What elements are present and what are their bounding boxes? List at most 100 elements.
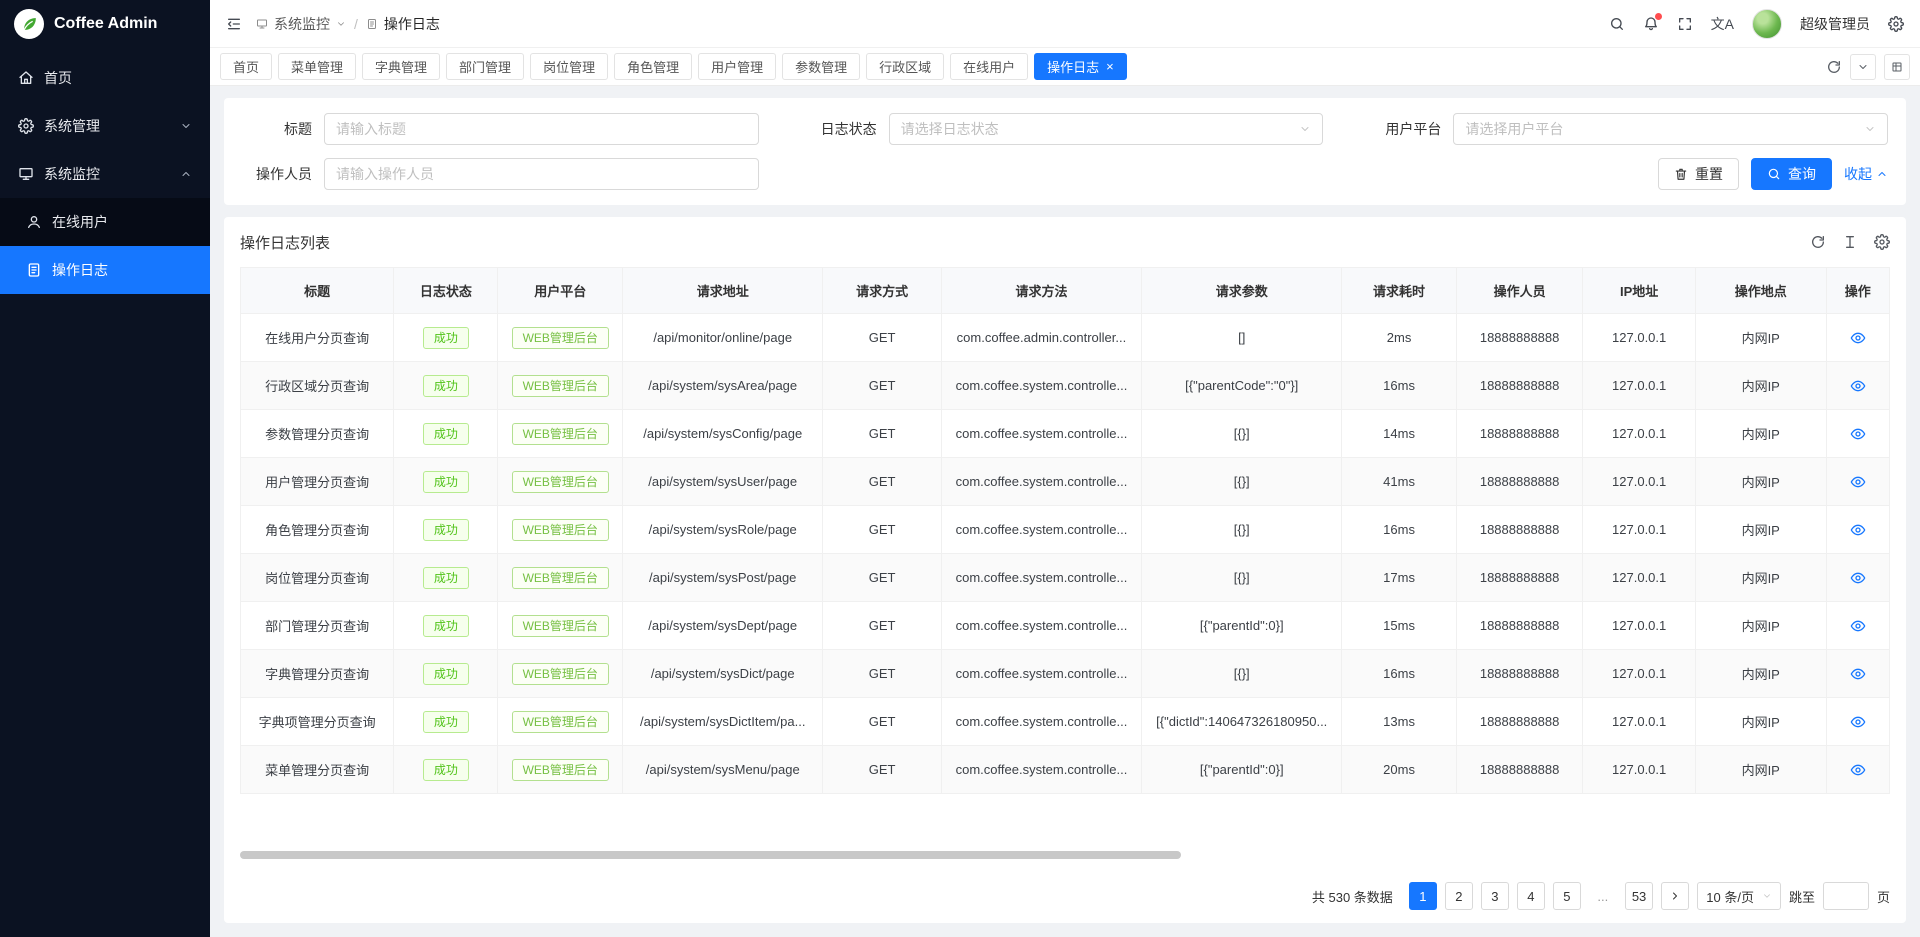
location-cell: 内网IP: [1695, 650, 1826, 698]
operator-cell: 18888888888: [1456, 602, 1583, 650]
table-row: 角色管理分页查询成功WEB管理后台/api/system/sysRole/pag…: [241, 506, 1890, 554]
tab-菜单管理[interactable]: 菜单管理: [278, 53, 356, 80]
jump-prefix-label: 跳至: [1789, 887, 1815, 906]
view-detail-eye-icon[interactable]: [1850, 426, 1866, 442]
view-detail-eye-icon[interactable]: [1850, 474, 1866, 490]
tab-dropdown-chevron-icon[interactable]: [1850, 54, 1876, 80]
platform-select[interactable]: 请选择用户平台: [1453, 113, 1888, 145]
view-detail-eye-icon[interactable]: [1850, 714, 1866, 730]
tab-角色管理[interactable]: 角色管理: [614, 53, 692, 80]
tab-岗位管理[interactable]: 岗位管理: [530, 53, 608, 80]
app-logo[interactable]: Coffee Admin: [0, 0, 210, 48]
search-button[interactable]: 查询: [1751, 158, 1832, 190]
sidebar: Coffee Admin 首页 系统管理 系统监控 在线用户 操作日志: [0, 0, 210, 937]
tab-tools: [1826, 54, 1910, 80]
view-detail-eye-icon[interactable]: [1850, 666, 1866, 682]
avatar[interactable]: [1752, 9, 1782, 39]
page-button-1[interactable]: 1: [1409, 882, 1437, 910]
chevron-down-icon: [180, 120, 192, 132]
tab-close-icon[interactable]: ×: [1106, 60, 1114, 73]
sidebar-item-system-monitor[interactable]: 系统监控: [0, 150, 210, 198]
refresh-icon[interactable]: [1810, 234, 1826, 250]
operator-cell: 18888888888: [1456, 698, 1583, 746]
language-translate-icon[interactable]: 文A: [1711, 17, 1734, 31]
platform-select-placeholder: 请选择用户平台: [1465, 119, 1864, 139]
chevron-up-icon: [1876, 168, 1888, 180]
params-cell: [{"parentId":0}]: [1142, 746, 1342, 794]
sidebar-item-label: 在线用户: [52, 212, 108, 232]
next-page-button[interactable]: [1661, 882, 1689, 910]
sidebar-collapse-icon[interactable]: [226, 16, 242, 32]
status-cell: 成功: [394, 410, 498, 458]
tab-首页[interactable]: 首页: [220, 53, 272, 80]
content: 标题 日志状态 请选择日志状态 用户平台 请选择用户平台: [210, 86, 1920, 937]
page-button-5[interactable]: 5: [1553, 882, 1581, 910]
sidebar-item-operation-log[interactable]: 操作日志: [0, 246, 210, 294]
platform-cell: WEB管理后台: [498, 458, 623, 506]
page-size-select[interactable]: 10 条/页: [1697, 882, 1781, 910]
tab-用户管理[interactable]: 用户管理: [698, 53, 776, 80]
sidebar-item-home[interactable]: 首页: [0, 54, 210, 102]
horizontal-scrollbar[interactable]: [240, 851, 1181, 859]
action-cell: [1826, 554, 1889, 602]
jump-suffix-label: 页: [1877, 887, 1890, 906]
sidebar-item-online-users[interactable]: 在线用户: [0, 198, 210, 246]
view-detail-eye-icon[interactable]: [1850, 618, 1866, 634]
status-badge: 成功: [423, 711, 469, 733]
func-cell: com.coffee.system.controlle...: [941, 506, 1141, 554]
breadcrumb-parent[interactable]: 系统监控: [256, 14, 346, 34]
filter-platform-field: 用户平台 请选择用户平台: [1371, 113, 1888, 145]
params-cell: [{}]: [1142, 554, 1342, 602]
tab-label: 部门管理: [459, 57, 511, 76]
action-cell: [1826, 458, 1889, 506]
notification-badge: [1655, 13, 1662, 20]
current-user-name[interactable]: 超级管理员: [1800, 14, 1870, 34]
duration-cell: 41ms: [1342, 458, 1456, 506]
operator-input[interactable]: [324, 158, 759, 190]
reset-button[interactable]: 重置: [1658, 158, 1739, 190]
fullscreen-icon[interactable]: [1677, 16, 1693, 32]
location-cell: 内网IP: [1695, 602, 1826, 650]
platform-badge: WEB管理后台: [512, 423, 609, 445]
notification-bell-icon[interactable]: [1643, 16, 1659, 32]
tab-行政区域[interactable]: 行政区域: [866, 53, 944, 80]
page-button-53[interactable]: 53: [1625, 882, 1653, 910]
table-size-icon[interactable]: [1842, 234, 1858, 250]
page-ellipsis[interactable]: ...: [1589, 882, 1617, 910]
method-cell: GET: [823, 602, 942, 650]
view-detail-eye-icon[interactable]: [1850, 378, 1866, 394]
sidebar-item-system-mgmt[interactable]: 系统管理: [0, 102, 210, 150]
platform-badge: WEB管理后台: [512, 615, 609, 637]
view-detail-eye-icon[interactable]: [1850, 570, 1866, 586]
tab-操作日志[interactable]: 操作日志×: [1034, 53, 1127, 80]
column-header: IP地址: [1583, 268, 1695, 314]
url-cell: /api/system/sysDict/page: [623, 650, 823, 698]
page-button-4[interactable]: 4: [1517, 882, 1545, 910]
view-detail-eye-icon[interactable]: [1850, 762, 1866, 778]
search-icon[interactable]: [1609, 16, 1625, 32]
duration-cell: 16ms: [1342, 506, 1456, 554]
view-detail-eye-icon[interactable]: [1850, 330, 1866, 346]
collapse-filters-link[interactable]: 收起: [1844, 164, 1888, 184]
page-button-3[interactable]: 3: [1481, 882, 1509, 910]
reset-button-label: 重置: [1695, 164, 1723, 184]
platform-cell: WEB管理后台: [498, 650, 623, 698]
tab-字典管理[interactable]: 字典管理: [362, 53, 440, 80]
tab-layout-icon[interactable]: [1884, 54, 1910, 80]
column-header: 请求方式: [823, 268, 942, 314]
tab-label: 首页: [233, 57, 259, 76]
location-cell: 内网IP: [1695, 746, 1826, 794]
tab-参数管理[interactable]: 参数管理: [782, 53, 860, 80]
title-input[interactable]: [324, 113, 759, 145]
view-detail-eye-icon[interactable]: [1850, 522, 1866, 538]
status-select[interactable]: 请选择日志状态: [889, 113, 1324, 145]
filter-platform-label: 用户平台: [1371, 119, 1453, 139]
page-button-2[interactable]: 2: [1445, 882, 1473, 910]
func-cell: com.coffee.system.controlle...: [941, 410, 1141, 458]
tab-在线用户[interactable]: 在线用户: [950, 53, 1028, 80]
column-settings-gear-icon[interactable]: [1874, 234, 1890, 250]
tab-部门管理[interactable]: 部门管理: [446, 53, 524, 80]
settings-gear-icon[interactable]: [1888, 16, 1904, 32]
tab-refresh-icon[interactable]: [1826, 59, 1842, 75]
jump-page-input[interactable]: [1823, 882, 1869, 910]
